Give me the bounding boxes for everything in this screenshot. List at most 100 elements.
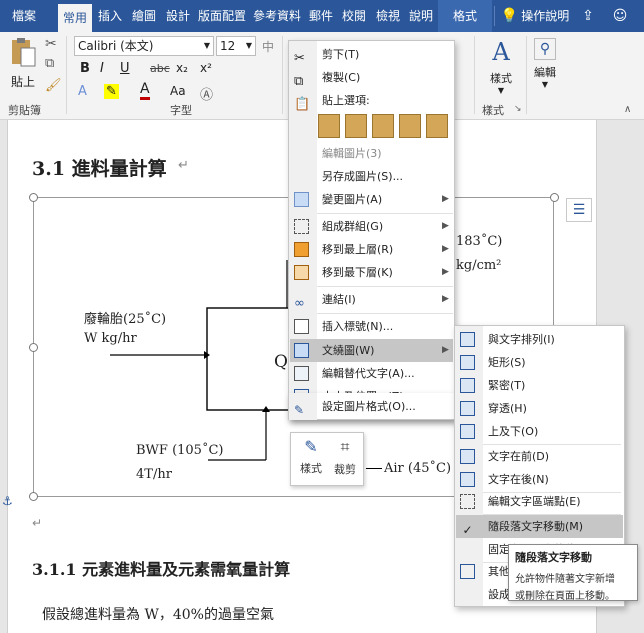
crop-button[interactable]: ⌗ 裁剪 (331, 437, 359, 477)
font-name-box[interactable]: Calibri (本文) ▼ (74, 36, 214, 56)
bold-button[interactable]: B (80, 61, 90, 76)
in-front-wrap-icon (460, 449, 475, 464)
tab-design[interactable]: 設計 (162, 0, 194, 32)
menu-item-insert-caption[interactable]: 插入標號(N)... (290, 315, 453, 338)
wrap-text-icon (294, 343, 309, 358)
checkmark-icon: ✓ (462, 523, 473, 537)
square-wrap-icon (460, 355, 475, 370)
change-picture-icon (294, 192, 309, 207)
tab-view[interactable]: 檢視 (372, 0, 404, 32)
superscript-button[interactable]: x² (200, 61, 212, 75)
tab-help[interactable]: 說明 (406, 0, 436, 32)
cut-icon[interactable]: ✂ (45, 36, 57, 52)
wrap-top-bottom[interactable]: 上及下(O) (456, 420, 623, 443)
anchor-icon: ⚓ (2, 494, 13, 508)
temp-label: 183˚C) (456, 234, 503, 249)
subscript-button[interactable]: x₂ (176, 61, 188, 75)
caption-icon (294, 319, 309, 334)
share-icon[interactable]: ⇪ (576, 0, 600, 32)
underline-button[interactable]: U (120, 61, 130, 76)
wrap-through[interactable]: 穿透(H) (456, 397, 623, 420)
edit-points-icon (460, 494, 475, 509)
tab-home[interactable]: 常用 (58, 4, 92, 32)
wrap-inline[interactable]: 與文字排列(I) (456, 328, 623, 351)
dialog-launcher-icon[interactable]: ↘ (514, 104, 522, 114)
paragraph-mark-icon: ↵ (32, 516, 43, 530)
paste-text-only-icon[interactable] (426, 114, 448, 138)
menu-item-format-picture[interactable]: ✎ 設定圖片格式(O)... (290, 395, 453, 418)
lightbulb-icon: 💡 (500, 8, 519, 24)
box-letter: Q (274, 352, 288, 372)
font-size-change-button[interactable]: Aa (170, 84, 186, 98)
cjk-font-icon[interactable]: 中 (262, 38, 274, 55)
air-label: Air (45˚C) (384, 461, 452, 476)
bring-front-icon (294, 242, 309, 257)
text-effects-icon[interactable]: A (78, 84, 87, 99)
strikethrough-button[interactable]: abc (150, 62, 170, 75)
tab-references[interactable]: 參考資料 (250, 0, 304, 32)
move-with-text[interactable]: ✓ 隨段落文字移動(M) (456, 515, 623, 538)
menu-item-wrap-text[interactable]: 文繞圖(W) ▶ (290, 339, 453, 362)
wrap-tight[interactable]: 緊密(T) (456, 374, 623, 397)
collapse-ribbon-icon[interactable]: ∧ (624, 104, 631, 115)
menu-item-link[interactable]: ∞ 連結(I) ▶ (290, 288, 453, 311)
chevron-down-icon: ▼ (245, 41, 252, 50)
paste-options-row (317, 111, 453, 141)
menu-item-bring-to-front[interactable]: 移到最上層(R) ▶ (290, 238, 453, 261)
scissors-icon: ✂ (294, 51, 305, 66)
italic-button[interactable]: I (100, 61, 104, 76)
tab-layout[interactable]: 版面配置 (196, 0, 248, 32)
styles-icon: A (492, 38, 510, 66)
paste-merge-format-icon[interactable] (345, 114, 367, 138)
tell-me-box[interactable]: 💡 操作說明 (500, 0, 570, 32)
tab-format[interactable]: 格式 (438, 0, 492, 32)
search-icon: ⚲ (534, 38, 556, 60)
paste-picture-icon[interactable] (399, 114, 421, 138)
menu-item-cut[interactable]: ✂ 剪下(T) (290, 43, 453, 66)
format-painter-icon[interactable]: 🖌 (45, 78, 62, 93)
font-color-icon[interactable]: A (140, 82, 150, 100)
tab-file[interactable]: 檔案 (4, 0, 44, 32)
chevron-right-icon: ▶ (442, 221, 449, 231)
copy-icon[interactable]: ⧉ (45, 56, 54, 71)
chevron-right-icon: ▶ (442, 345, 449, 355)
menu-item-edit-alt-text[interactable]: 編輯替代文字(A)... (290, 362, 453, 385)
menu-item-paste-options: 📋 貼上選項: (294, 94, 370, 112)
menu-item-send-to-back[interactable]: 移到最下層(K) ▶ (290, 261, 453, 284)
clear-formatting-icon[interactable]: Ⓐ (200, 84, 213, 103)
wrap-square[interactable]: 矩形(S) (456, 351, 623, 374)
editing-button[interactable]: ⚲ 編輯 ▼ (530, 38, 560, 89)
paste-button[interactable]: 貼上 (8, 36, 38, 94)
chevron-right-icon: ▶ (442, 244, 449, 254)
paste-link-icon[interactable] (372, 114, 394, 138)
font-size-box[interactable]: 12 ▼ (216, 36, 256, 56)
heading-3-1: 3.1 進料量計算 (32, 158, 167, 180)
resize-handle[interactable] (29, 343, 38, 352)
menu-item-copy[interactable]: ⧉ 複製(C) (290, 66, 453, 89)
layout-options-icon[interactable]: ☰ (566, 198, 592, 222)
tab-review[interactable]: 校閱 (338, 0, 370, 32)
crop-icon: ⌗ (340, 437, 350, 456)
resize-handle[interactable] (550, 193, 559, 202)
inline-wrap-icon (460, 332, 475, 347)
menu-item-save-as-picture[interactable]: 另存成圖片(S)... (290, 165, 453, 188)
tab-mailings[interactable]: 郵件 (306, 0, 336, 32)
tab-insert[interactable]: 插入 (94, 0, 126, 32)
smiley-feedback-icon[interactable]: ☺ (608, 0, 632, 32)
top-bottom-wrap-icon (460, 424, 475, 439)
resize-handle[interactable] (29, 193, 38, 202)
paste-keep-source-icon[interactable] (318, 114, 340, 138)
wrap-behind-text[interactable]: 文字在後(N) (456, 468, 623, 491)
menu-item-group[interactable]: 組成群組(G) ▶ (290, 215, 453, 238)
edit-wrap-points[interactable]: 編輯文字區端點(E) (456, 490, 623, 513)
highlight-color-icon[interactable]: ✎ (104, 84, 119, 99)
layout-options-icon (460, 564, 475, 579)
wrap-in-front-of-text[interactable]: 文字在前(D) (456, 445, 623, 468)
tab-draw[interactable]: 繪圖 (128, 0, 160, 32)
paste-icon (12, 38, 36, 67)
menu-item-edit-picture: 編輯圖片(3) (322, 147, 382, 160)
resize-handle[interactable] (29, 492, 38, 501)
menu-item-change-picture[interactable]: 變更圖片(A) ▶ (290, 188, 453, 211)
style-button[interactable]: ✎ 樣式 (297, 437, 325, 476)
styles-button[interactable]: A 樣式 ▼ (484, 38, 518, 95)
